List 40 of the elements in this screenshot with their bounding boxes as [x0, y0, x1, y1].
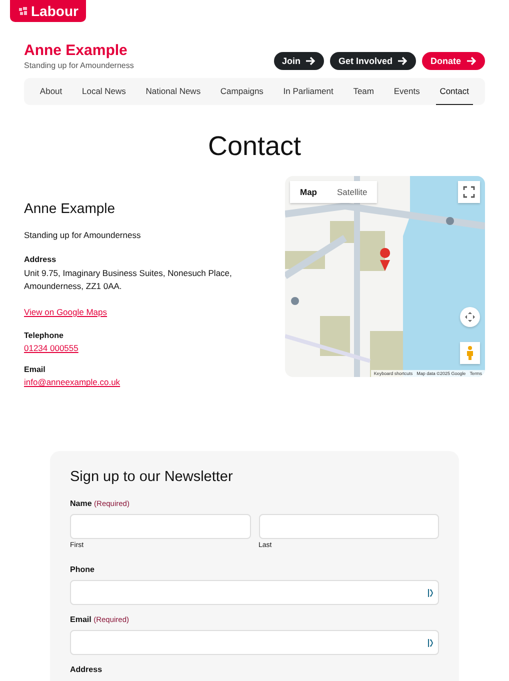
map-type-tab[interactable]: Map [290, 181, 327, 203]
input-field[interactable] [70, 514, 250, 540]
action-button[interactable]: Join [274, 52, 324, 70]
nav-tab[interactable]: Team [349, 78, 378, 105]
map-type-tab[interactable]: Satellite [327, 181, 378, 203]
phone-link[interactable]: 01234 000555 [24, 343, 78, 354]
contact-tagline: Standing up for Amounderness [24, 229, 142, 242]
action-button[interactable]: Donate [422, 52, 485, 70]
field-label: Phone [70, 565, 96, 574]
newsletter-title: Sign up to our Newsletter [70, 469, 234, 486]
party-logo[interactable]: Labour [10, 0, 86, 22]
logo-text: Labour [31, 2, 78, 18]
nav-tab[interactable]: In Parliament [279, 78, 338, 105]
input-field[interactable] [70, 580, 439, 606]
input-field[interactable] [258, 514, 439, 540]
nav-tab[interactable]: Events [390, 78, 424, 105]
site-title[interactable]: Anne Example [24, 42, 134, 59]
address-label: Address [24, 254, 58, 264]
nav-tab[interactable]: Contact [436, 78, 473, 105]
nav-tab[interactable]: Campaigns [216, 78, 268, 105]
input-field[interactable] [70, 630, 439, 656]
fullscreen-icon[interactable] [458, 181, 480, 203]
page-title: Contact [206, 131, 302, 162]
contact-name: Anne Example [24, 200, 116, 216]
email-label: Email [24, 365, 46, 374]
address-text: Unit 9.75, Imaginary Business Suites, Nonesuch Place, Amounderness, ZZ1 0AA. [24, 266, 233, 294]
arrow-icon [466, 56, 477, 66]
nav-tab[interactable]: National News [142, 78, 205, 105]
email-link[interactable]: info@anneexample.co.uk [24, 377, 120, 388]
nav-tab[interactable]: About [36, 78, 66, 105]
telephone-label: Telephone [24, 331, 64, 340]
arrow-icon [305, 56, 316, 66]
site-tagline: Standing up for Amounderness [24, 61, 134, 70]
person-icon[interactable] [460, 342, 480, 364]
arrow-icon [397, 56, 408, 66]
action-button[interactable]: Get Involved [330, 52, 416, 70]
field-label: Address [70, 665, 104, 674]
nav-tab[interactable]: Local News [78, 78, 130, 105]
map-link[interactable]: View on Google Maps [24, 306, 108, 320]
rose-icon [18, 6, 28, 16]
